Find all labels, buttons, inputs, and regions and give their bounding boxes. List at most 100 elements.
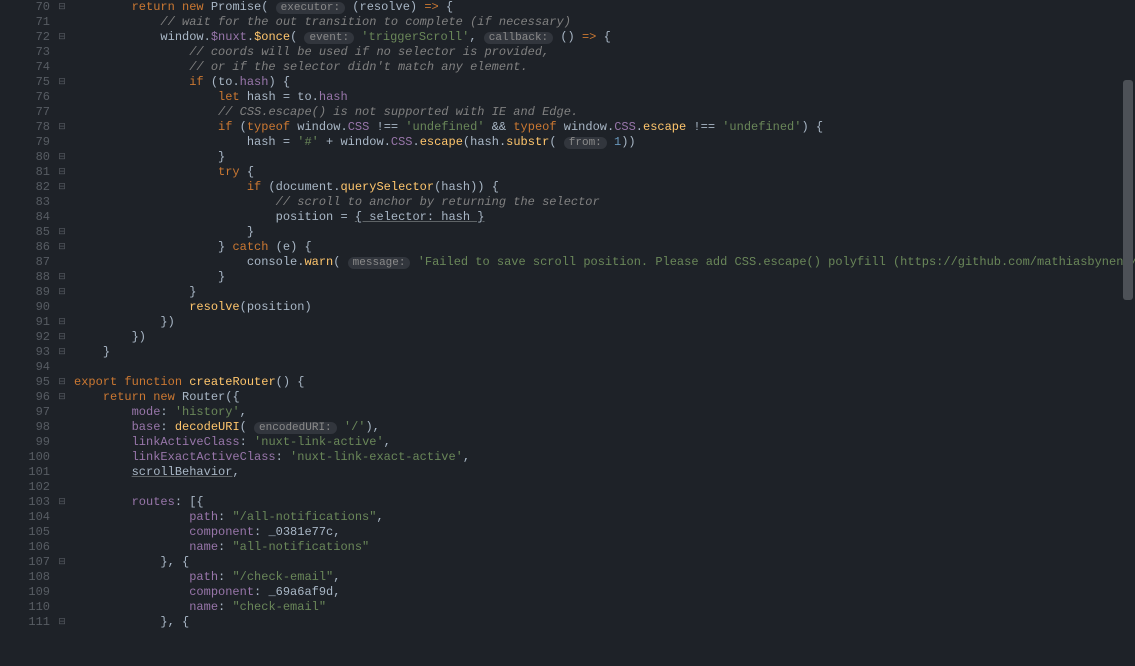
line-number: 91 [0, 315, 54, 330]
code-line[interactable] [74, 360, 1135, 375]
fold-marker[interactable]: ⊟ [54, 390, 70, 405]
fold-marker[interactable]: ⊟ [54, 270, 70, 285]
code-line[interactable]: name: "check-email" [74, 600, 1135, 615]
token-op: , [469, 30, 483, 44]
code-line[interactable]: position = { selector: hash } [74, 210, 1135, 225]
fold-marker[interactable]: ⊟ [54, 345, 70, 360]
code-line[interactable]: return new Promise( executor: (resolve) … [74, 0, 1135, 15]
fold-marker [54, 510, 70, 525]
fold-marker[interactable]: ⊟ [54, 375, 70, 390]
code-line[interactable]: name: "all-notifications" [74, 540, 1135, 555]
fold-marker[interactable]: ⊟ [54, 30, 70, 45]
line-number-gutter[interactable]: 7071727374757677787980818283848586878889… [0, 0, 54, 666]
fold-marker [54, 435, 70, 450]
code-line[interactable]: return new Router({ [74, 390, 1135, 405]
code-editor[interactable]: 7071727374757677787980818283848586878889… [0, 0, 1135, 666]
code-line[interactable]: // coords will be used if no selector is… [74, 45, 1135, 60]
fold-marker[interactable]: ⊟ [54, 165, 70, 180]
code-line[interactable]: } [74, 225, 1135, 240]
code-line[interactable] [74, 480, 1135, 495]
token-prop: base [132, 420, 161, 434]
token-id: hash [441, 180, 470, 194]
token-prop: CSS [614, 120, 636, 134]
fold-marker[interactable]: ⊟ [54, 555, 70, 570]
line-number: 108 [0, 570, 54, 585]
code-line[interactable]: path: "/check-email", [74, 570, 1135, 585]
token-str: '#' [297, 135, 319, 149]
token-id: Router [182, 390, 225, 404]
token-op: !== [369, 120, 405, 134]
code-line[interactable]: }) [74, 330, 1135, 345]
code-line[interactable]: }, { [74, 615, 1135, 630]
fold-marker[interactable]: ⊟ [54, 315, 70, 330]
token-op: )) { [470, 180, 499, 194]
code-line[interactable]: mode: 'history', [74, 405, 1135, 420]
code-line[interactable]: try { [74, 165, 1135, 180]
token-str: "all-notifications" [232, 540, 369, 554]
token-op: } [218, 150, 225, 164]
code-line[interactable]: let hash = to.hash [74, 90, 1135, 105]
code-line[interactable]: component: _0381e77c, [74, 525, 1135, 540]
fold-marker[interactable]: ⊟ [54, 240, 70, 255]
code-line[interactable]: if (document.querySelector(hash)) { [74, 180, 1135, 195]
fold-marker[interactable]: ⊟ [54, 0, 70, 15]
fold-marker[interactable]: ⊟ [54, 120, 70, 135]
code-line[interactable]: if (to.hash) { [74, 75, 1135, 90]
token-kw: let [218, 90, 240, 104]
fold-marker[interactable]: ⊟ [54, 225, 70, 240]
code-line[interactable]: } [74, 270, 1135, 285]
token-op: = [276, 135, 298, 149]
fold-marker[interactable]: ⊟ [54, 75, 70, 90]
token-id: position [247, 300, 305, 314]
code-line[interactable]: // CSS.escape() is not supported with IE… [74, 105, 1135, 120]
fold-gutter[interactable]: ⊟⊟⊟⊟⊟⊟⊟⊟⊟⊟⊟⊟⊟⊟⊟⊟⊟⊟⊟ [54, 0, 70, 666]
fold-marker[interactable]: ⊟ [54, 615, 70, 630]
token-kw: if [218, 120, 232, 134]
token-op [204, 0, 211, 14]
code-line[interactable]: } [74, 150, 1135, 165]
fold-marker [54, 210, 70, 225]
token-op: = [333, 210, 355, 224]
line-number: 81 [0, 165, 54, 180]
code-content[interactable]: return new Promise( executor: (resolve) … [70, 0, 1135, 666]
token-cmt: // wait for the out transition to comple… [160, 15, 570, 29]
token-op: }) [160, 315, 174, 329]
fold-marker [54, 600, 70, 615]
code-line[interactable]: }) [74, 315, 1135, 330]
code-line[interactable]: base: decodeURI( encodedURI: '/'), [74, 420, 1135, 435]
fold-marker[interactable]: ⊟ [54, 285, 70, 300]
line-number: 103 [0, 495, 54, 510]
code-line[interactable]: } [74, 345, 1135, 360]
token-op: ( [232, 120, 246, 134]
code-line[interactable]: hash = '#' + window.CSS.escape(hash.subs… [74, 135, 1135, 150]
token-op: ( [290, 30, 304, 44]
code-line[interactable]: // or if the selector didn't match any e… [74, 60, 1135, 75]
line-number: 90 [0, 300, 54, 315]
token-kw: new [182, 0, 204, 14]
token-op: . [413, 135, 420, 149]
token-prop: mode [132, 405, 161, 419]
code-line[interactable]: } [74, 285, 1135, 300]
fold-marker[interactable]: ⊟ [54, 495, 70, 510]
code-line[interactable]: component: _69a6af9d, [74, 585, 1135, 600]
fold-marker[interactable]: ⊟ [54, 330, 70, 345]
code-line[interactable]: window.$nuxt.$once( event: 'triggerScrol… [74, 30, 1135, 45]
code-line[interactable]: console.warn( message: 'Failed to save s… [74, 255, 1135, 270]
vertical-scrollbar[interactable] [1123, 0, 1133, 666]
code-line[interactable]: linkExactActiveClass: 'nuxt-link-exact-a… [74, 450, 1135, 465]
token-op: } [103, 345, 110, 359]
code-line[interactable]: if (typeof window.CSS !== 'undefined' &&… [74, 120, 1135, 135]
code-line[interactable]: }, { [74, 555, 1135, 570]
code-line[interactable]: path: "/all-notifications", [74, 510, 1135, 525]
code-line[interactable]: // wait for the out transition to comple… [74, 15, 1135, 30]
code-line[interactable]: } catch (e) { [74, 240, 1135, 255]
code-line[interactable]: resolve(position) [74, 300, 1135, 315]
code-line[interactable]: export function createRouter() { [74, 375, 1135, 390]
code-line[interactable]: routes: [{ [74, 495, 1135, 510]
fold-marker[interactable]: ⊟ [54, 150, 70, 165]
code-line[interactable]: linkActiveClass: 'nuxt-link-active', [74, 435, 1135, 450]
fold-marker[interactable]: ⊟ [54, 180, 70, 195]
code-line[interactable]: scrollBehavior, [74, 465, 1135, 480]
code-line[interactable]: // scroll to anchor by returning the sel… [74, 195, 1135, 210]
scrollbar-thumb[interactable] [1123, 80, 1133, 300]
